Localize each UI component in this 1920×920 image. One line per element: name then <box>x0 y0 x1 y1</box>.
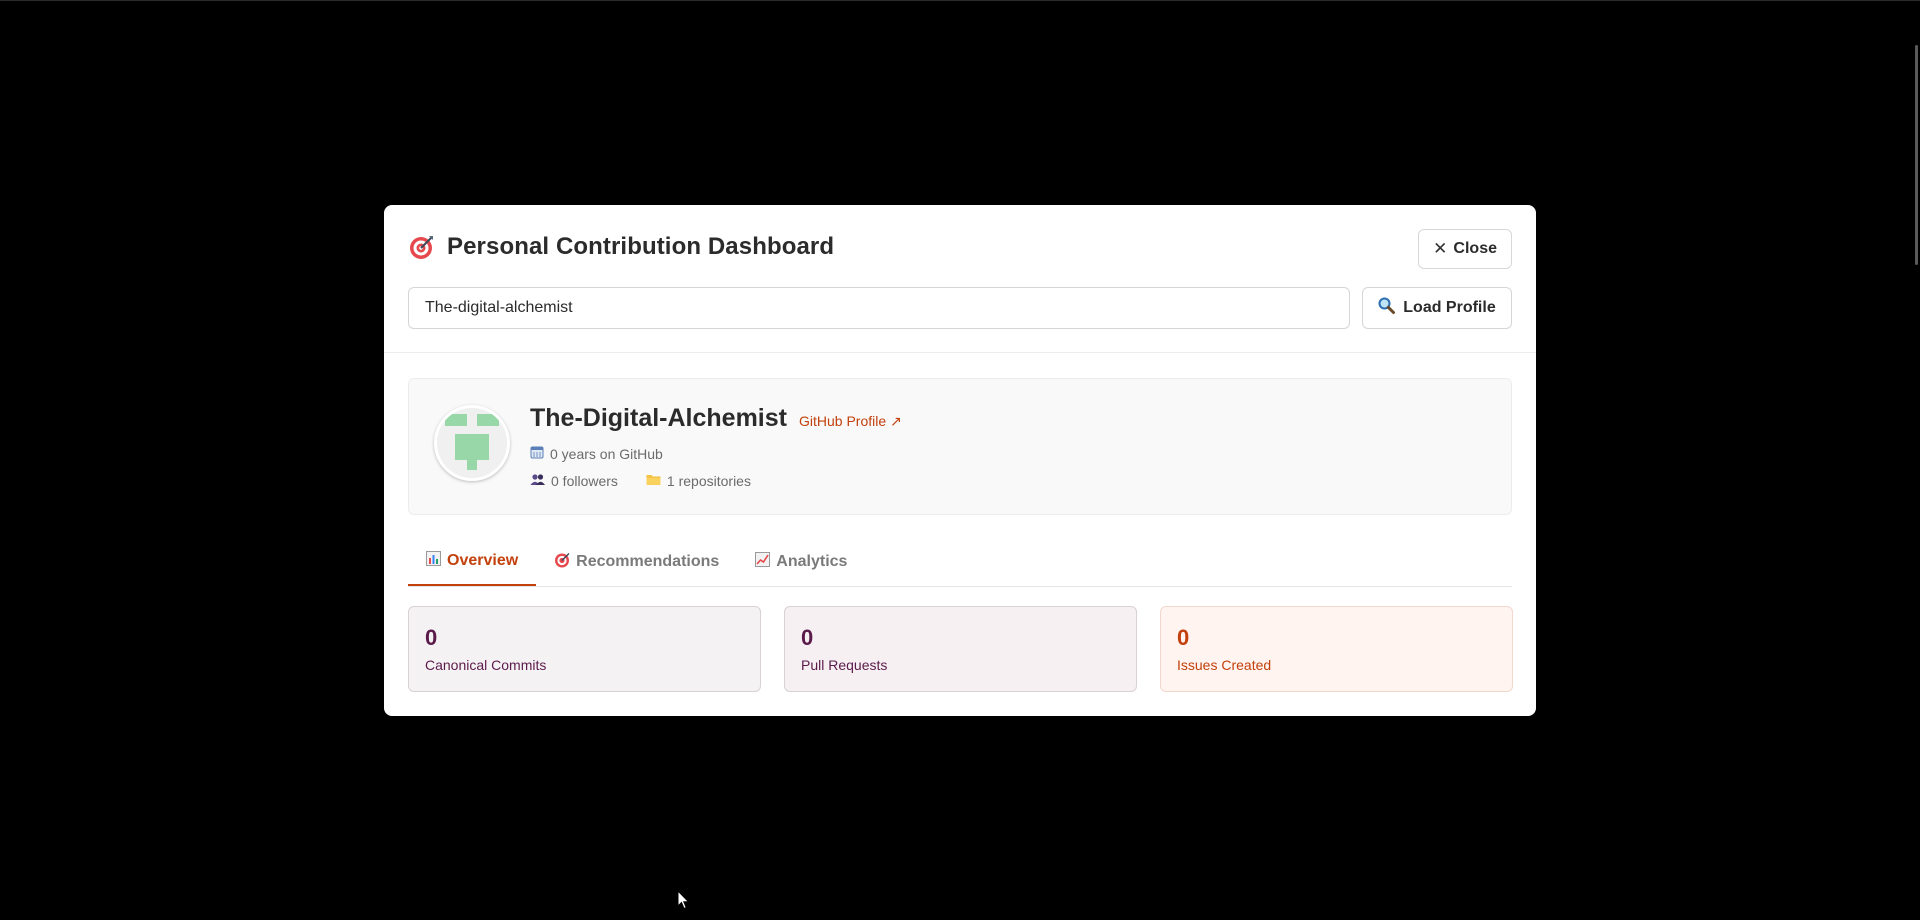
load-profile-button[interactable]: Load Profile <box>1362 287 1512 329</box>
people-icon <box>530 473 545 489</box>
load-profile-label: Load Profile <box>1403 299 1496 316</box>
bar-chart-icon <box>426 551 441 571</box>
target-icon <box>409 234 435 260</box>
line-chart-icon <box>755 552 771 572</box>
username-input[interactable] <box>408 287 1350 329</box>
mouse-pointer-icon <box>677 889 691 915</box>
dialog-header: Personal Contribution Dashboard ✕ Close … <box>384 205 1536 353</box>
folder-icon <box>646 473 661 489</box>
profile-years-row: 0 years on GitHub <box>530 445 663 462</box>
years-on-github: 0 years on GitHub <box>550 445 663 462</box>
stat-label: Canonical Commits <box>425 657 547 673</box>
dashboard-dialog: Personal Contribution Dashboard ✕ Close … <box>384 205 1536 716</box>
target-icon <box>554 552 570 573</box>
stat-label: Pull Requests <box>801 657 888 673</box>
dialog-title: Personal Contribution Dashboard <box>447 233 835 260</box>
tab-overview[interactable]: Overview <box>408 538 537 586</box>
calendar-icon <box>530 445 544 462</box>
profile-name-row: The-Digital-Alchemist GitHub Profile ↗ <box>530 404 902 433</box>
dashboard-tabs: Overview Recommendations Analytics <box>408 538 1512 587</box>
tab-recommendations[interactable]: Recommendations <box>536 538 737 586</box>
stat-label: Issues Created <box>1177 657 1272 673</box>
tab-overview-label: Overview <box>447 552 519 569</box>
stat-card-commits: 0 Canonical Commits <box>408 606 761 692</box>
dialog-title-row: Personal Contribution Dashboard <box>409 233 834 261</box>
stat-value: 0 <box>801 625 814 650</box>
magnifier-icon <box>1378 297 1396 319</box>
stat-value: 0 <box>425 625 438 650</box>
page-scrollbar[interactable] <box>1915 45 1918 265</box>
tab-recommendations-label: Recommendations <box>576 553 720 570</box>
repositories-count: 1 repositories <box>666 473 751 489</box>
window-top-border <box>0 0 1920 1</box>
github-profile-link[interactable]: GitHub Profile ↗ <box>799 413 902 430</box>
stat-value: 0 <box>1177 625 1190 650</box>
close-icon: ✕ <box>1433 239 1448 258</box>
followers-count: 0 followers <box>551 473 618 489</box>
tab-analytics-label: Analytics <box>776 553 848 570</box>
stat-card-issues: 0 Issues Created <box>1160 606 1513 692</box>
profile-username: The-Digital-Alchemist <box>530 404 787 432</box>
profile-stats-row: 0 followers 1 repositories <box>530 473 751 489</box>
close-button[interactable]: ✕ Close <box>1418 229 1512 269</box>
stat-card-pull-requests: 0 Pull Requests <box>784 606 1137 692</box>
tab-analytics[interactable]: Analytics <box>737 538 865 586</box>
profile-card: The-Digital-Alchemist GitHub Profile ↗ 0… <box>408 378 1512 515</box>
close-button-label: Close <box>1453 240 1497 257</box>
avatar <box>434 405 510 481</box>
